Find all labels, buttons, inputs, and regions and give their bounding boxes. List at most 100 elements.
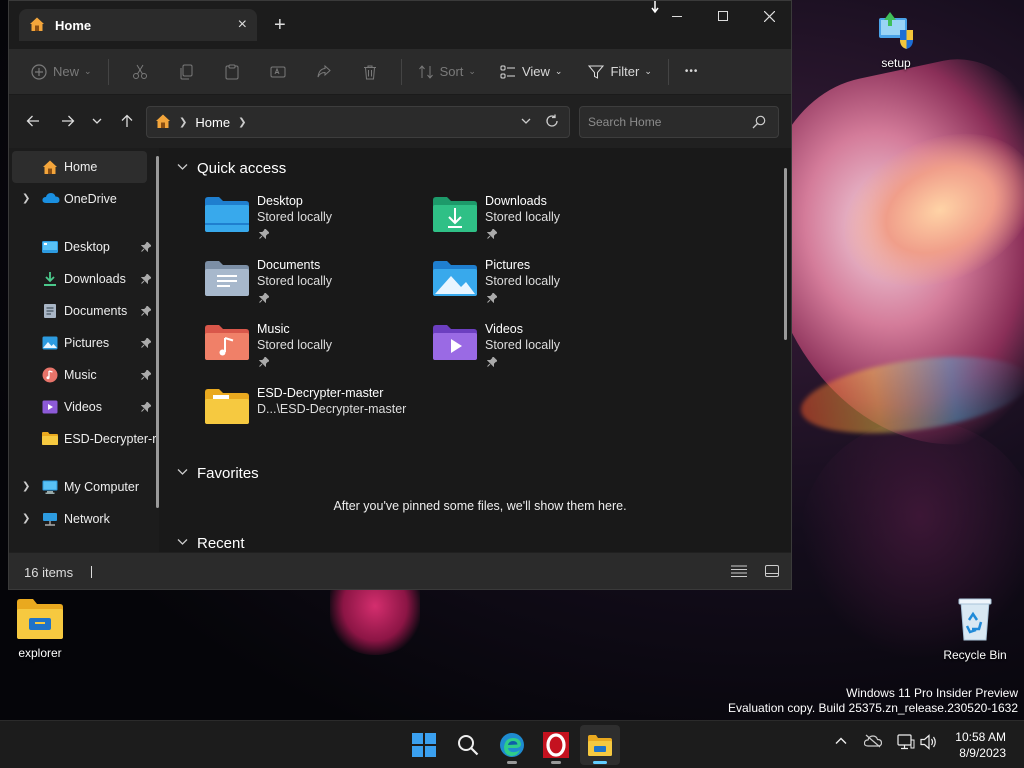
sort-button[interactable]: Sort ⌄: [410, 56, 484, 88]
quick-access-documents[interactable]: Documents Stored locally: [205, 258, 425, 314]
refresh-button[interactable]: [545, 114, 559, 131]
nav-item-documents[interactable]: Documents: [9, 295, 159, 327]
show-hidden-icons-button[interactable]: [834, 734, 848, 751]
nav-scrollbar[interactable]: [156, 156, 159, 508]
delete-button[interactable]: [347, 56, 393, 88]
desktop-icon-setup[interactable]: setup: [856, 10, 936, 70]
content-scrollbar[interactable]: [784, 168, 787, 340]
chevron-right-icon[interactable]: ❯: [22, 193, 30, 204]
section-recent[interactable]: Recent: [167, 525, 791, 552]
nav-item-music[interactable]: Music: [9, 359, 159, 391]
quick-access-pictures[interactable]: Pictures Stored locally: [433, 258, 653, 314]
maximize-button[interactable]: [700, 1, 746, 31]
breadcrumb-chevron-icon[interactable]: ❯: [238, 117, 246, 128]
chevron-right-icon[interactable]: ❯: [22, 513, 30, 524]
forward-button[interactable]: [50, 105, 85, 137]
rename-button[interactable]: [255, 56, 301, 88]
back-button[interactable]: [15, 105, 50, 137]
nav-item-desktop[interactable]: Desktop: [9, 231, 159, 263]
quick-access-videos[interactable]: Videos Stored locally: [433, 322, 653, 378]
nav-item-my-computer[interactable]: ❯ My Computer: [9, 471, 159, 503]
quick-access-downloads[interactable]: Downloads Stored locally: [433, 194, 653, 250]
desktop-icon-explorer[interactable]: explorer: [0, 596, 80, 660]
pin-icon[interactable]: [140, 305, 152, 319]
recent-locations-button[interactable]: [85, 105, 109, 137]
network-icon: [42, 511, 58, 530]
volume-button[interactable]: [920, 734, 938, 753]
onedrive-tray-button[interactable]: [863, 734, 883, 751]
nav-item-videos[interactable]: Videos: [9, 391, 159, 423]
view-button[interactable]: View ⌄: [492, 56, 571, 88]
taskbar-search-button[interactable]: [448, 725, 488, 765]
pin-icon[interactable]: [140, 273, 152, 287]
close-window-button[interactable]: [746, 1, 791, 31]
new-tab-button[interactable]: +: [274, 14, 286, 37]
taskbar-opera[interactable]: [536, 725, 576, 765]
chevron-down-icon: [177, 161, 191, 175]
nav-item-onedrive[interactable]: ❯ OneDrive: [9, 183, 159, 215]
pin-icon[interactable]: [140, 369, 152, 383]
address-bar[interactable]: ❯ Home ❯: [146, 106, 570, 138]
nav-item-network[interactable]: ❯ Network: [9, 503, 159, 535]
nav-item-label: Videos: [64, 400, 102, 414]
breadcrumb-chevron-icon[interactable]: ❯: [179, 117, 187, 128]
quick-access-music[interactable]: Music Stored locally: [205, 322, 425, 378]
taskbar-edge[interactable]: [492, 725, 532, 765]
cut-button[interactable]: [117, 56, 163, 88]
nav-item-label: ESD-Decrypter-r: [64, 432, 157, 446]
quick-access-desktop[interactable]: Desktop Stored locally: [205, 194, 425, 250]
documents-folder-icon: [205, 260, 249, 296]
details-view-icon: [731, 565, 747, 577]
start-button[interactable]: [404, 725, 444, 765]
nav-item-pictures[interactable]: Pictures: [9, 327, 159, 359]
status-bar: 16 items: [9, 553, 791, 589]
tab-close-button[interactable]: ×: [238, 16, 247, 34]
section-title: Recent: [197, 534, 245, 552]
up-button[interactable]: [109, 105, 144, 137]
details-view-button[interactable]: [731, 565, 747, 580]
network-status-button[interactable]: [897, 734, 915, 753]
tiles-view-button[interactable]: [765, 565, 779, 580]
chevron-right-icon[interactable]: ❯: [22, 481, 30, 492]
share-button[interactable]: [301, 56, 347, 88]
nav-item-home[interactable]: Home: [12, 151, 147, 183]
filter-button[interactable]: Filter ⌄: [580, 56, 659, 88]
chevron-up-icon: [835, 737, 847, 744]
taskbar-clock[interactable]: 10:58 AM 8/9/2023: [955, 729, 1006, 761]
music-folder-icon: [42, 367, 58, 386]
quick-access-location: Stored locally: [485, 274, 561, 288]
chevron-down-icon: [521, 118, 531, 124]
section-favorites[interactable]: Favorites: [167, 453, 791, 493]
copy-button[interactable]: [163, 56, 209, 88]
more-options-button[interactable]: •••: [677, 56, 707, 88]
desktop-icon-recycle-bin[interactable]: Recycle Bin: [935, 596, 1015, 662]
pin-icon: [258, 356, 270, 370]
new-button[interactable]: New ⌄: [23, 56, 100, 88]
pin-icon[interactable]: [140, 241, 152, 255]
address-history-dropdown[interactable]: [521, 116, 531, 129]
nav-item-downloads[interactable]: Downloads: [9, 263, 159, 295]
pictures-folder-icon: [433, 260, 477, 296]
nav-item-label: OneDrive: [64, 192, 117, 206]
paste-button[interactable]: [209, 56, 255, 88]
downloads-folder-icon: [42, 271, 58, 290]
tab-home[interactable]: Home ×: [19, 9, 257, 41]
search-input[interactable]: [588, 115, 748, 129]
taskbar-file-explorer[interactable]: [580, 725, 620, 765]
status-separator: [91, 566, 93, 578]
nav-item-esd-decrypter[interactable]: ESD-Decrypter-r: [9, 423, 159, 455]
minimize-button[interactable]: [654, 1, 700, 31]
breadcrumb-home[interactable]: Home: [195, 115, 230, 130]
search-box[interactable]: [579, 106, 779, 138]
command-bar: New ⌄ Sort ⌄ View ⌄ Filter ⌄ •••: [9, 49, 791, 95]
quick-access-grid: Desktop Stored locally Downloads Stored …: [167, 188, 791, 453]
quick-access-esd-decrypter[interactable]: ESD-Decrypter-master D...\ESD-Decrypter-…: [205, 386, 455, 442]
pin-icon[interactable]: [140, 401, 152, 415]
minimize-icon: [672, 16, 682, 17]
pin-icon[interactable]: [140, 337, 152, 351]
explorer-body: Home ❯ OneDrive Desktop Downloads Docume…: [9, 148, 791, 552]
section-quick-access[interactable]: Quick access: [167, 148, 791, 188]
title-bar[interactable]: Home × +: [9, 1, 791, 49]
plus-circle-icon: [31, 63, 47, 80]
search-icon[interactable]: [752, 115, 766, 132]
